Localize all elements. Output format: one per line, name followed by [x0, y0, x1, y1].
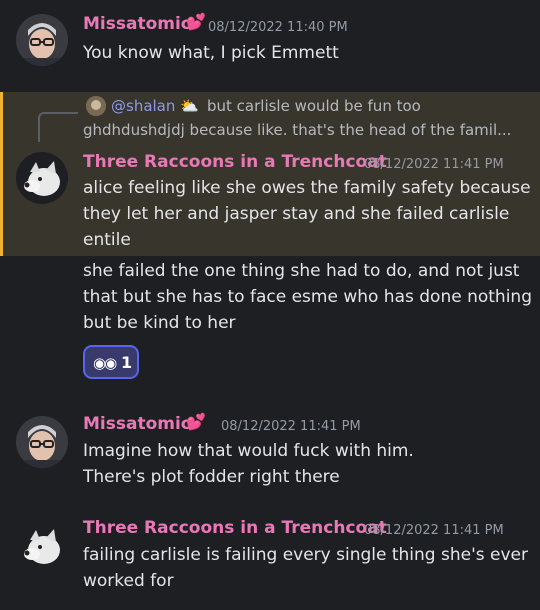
heart-icon: 💕	[186, 12, 206, 31]
timestamp: 08/12/2022 11:41 PM	[364, 523, 504, 538]
reply-mention[interactable]: @shalan	[111, 97, 175, 115]
mention-highlight	[0, 92, 540, 256]
username[interactable]: Missatomic	[83, 14, 191, 34]
message-text: You know what, I pick Emmett	[83, 43, 339, 63]
message-text: Imagine how that would fuck with him.	[83, 441, 414, 461]
message-text: that but she has to face esme who has do…	[83, 287, 532, 307]
message-text: they let her and jasper stay and she fai…	[83, 204, 510, 224]
username[interactable]: Three Raccoons in a Trenchcoat	[83, 518, 387, 538]
reaction-count: 1	[121, 353, 133, 372]
reply-avatar[interactable]	[86, 96, 106, 116]
avatar-three-raccoons[interactable]	[16, 152, 68, 204]
timestamp: 08/12/2022 11:40 PM	[208, 20, 348, 35]
timestamp: 08/12/2022 11:41 PM	[364, 157, 504, 172]
message-text: There's plot fodder right there	[83, 467, 340, 487]
message-text: failing carlisle is failing every single…	[83, 545, 528, 565]
reply-preview-text[interactable]: ghdhdushdjdj because like. that's the he…	[83, 121, 511, 139]
avatar-three-raccoons[interactable]	[16, 520, 68, 572]
message-text: entile	[83, 230, 131, 250]
avatar-missatomic[interactable]	[16, 14, 68, 66]
cloud-sun-icon: ⛅	[180, 97, 199, 115]
reaction-button[interactable]: ◉◉ 1	[83, 345, 139, 379]
username[interactable]: Missatomic	[83, 414, 191, 434]
heart-icon: 💕	[186, 412, 206, 431]
timestamp: 08/12/2022 11:41 PM	[221, 419, 361, 434]
mention-highlight-bar	[0, 92, 3, 256]
reply-spine	[38, 112, 78, 142]
reply-preview-text[interactable]: but carlisle would be fun too	[207, 97, 421, 115]
message-text: worked for	[83, 571, 174, 591]
message-text: she failed the one thing she had to do, …	[83, 261, 520, 281]
eyes-emoji-icon: ◉◉	[93, 354, 117, 372]
message-text: alice feeling like she owes the family s…	[83, 178, 531, 198]
reply-mention-text[interactable]: @shalan	[111, 97, 175, 115]
message-text: but be kind to her	[83, 313, 236, 333]
username[interactable]: Three Raccoons in a Trenchcoat	[83, 152, 387, 172]
avatar-missatomic[interactable]	[16, 416, 68, 468]
